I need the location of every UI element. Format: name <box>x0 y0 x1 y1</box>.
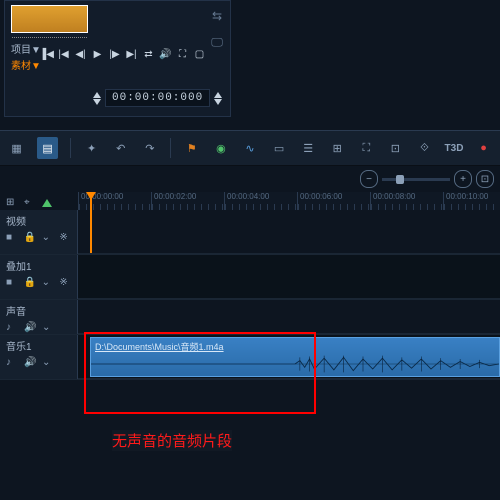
zoom-slider[interactable] <box>382 178 450 181</box>
track-voice: 声音 ♪ 🔊 ⌄ <box>0 300 500 335</box>
record-button[interactable]: ● <box>475 139 492 157</box>
color-button[interactable]: ◉ <box>212 139 229 157</box>
fx-icon[interactable]: ※ <box>59 277 71 289</box>
camera-icon[interactable]: ■ <box>6 232 18 244</box>
select-button[interactable]: ⛶ <box>358 139 375 157</box>
track-body[interactable] <box>78 255 500 299</box>
music-icon[interactable]: ♪ <box>6 322 18 334</box>
lock-icon[interactable]: 🔒 <box>24 277 36 289</box>
audio-clip[interactable]: D:\Documents\Music\音频1.m4a <box>90 337 500 377</box>
sync-button[interactable]: ∿ <box>241 139 258 157</box>
zoom-out-button[interactable]: − <box>360 170 378 188</box>
waveform <box>91 354 499 374</box>
next-button[interactable]: |▶ <box>109 49 120 60</box>
volume-icon[interactable]: 🔊 <box>24 357 36 369</box>
ruler-tick: 00:00:10:00 <box>443 192 500 210</box>
tc-up-button[interactable] <box>93 92 101 98</box>
ruler-tick: 00:00:06:00 <box>297 192 370 210</box>
play-button[interactable]: ▶ <box>92 49 103 60</box>
expand-icon[interactable]: ⌄ <box>42 232 54 244</box>
timeline-tracks: 视频 ■ 🔒 ⌄ ※ 叠加1 ■ 🔒 ⌄ ※ <box>0 210 500 500</box>
fit-button[interactable]: ⊡ <box>387 139 404 157</box>
track-body[interactable] <box>78 210 500 254</box>
preview-panel: 项目▼ 素材▼ ▐◀ |◀ ◀| ▶ |▶ ▶| ⇄ 🔊 ⛶ ▢ ⇆ 🖵 00:… <box>4 0 231 117</box>
track-label: 叠加1 <box>6 258 71 273</box>
track-body[interactable]: D:\Documents\Music\音频1.m4a <box>78 335 500 379</box>
ruler-tick: 00:00:04:00 <box>224 192 297 210</box>
track-body[interactable] <box>78 300 500 334</box>
rewind-button[interactable]: ▐◀ <box>41 49 52 60</box>
loop-button[interactable]: ⇄ <box>143 49 154 60</box>
playhead[interactable] <box>90 192 92 253</box>
volume-button[interactable]: 🔊 <box>160 49 171 60</box>
fx-icon[interactable]: ※ <box>59 232 71 244</box>
clip-filename: D:\Documents\Music\音频1.m4a <box>91 338 499 355</box>
snap-controls: ⊞ ⌖ <box>6 197 52 209</box>
camera-icon[interactable]: ■ <box>6 277 18 289</box>
tc-up2-button[interactable] <box>214 92 222 98</box>
monitor-button[interactable]: ▢ <box>194 49 205 60</box>
playback-bar: ▐◀ |◀ ◀| ▶ |▶ ▶| ⇄ 🔊 ⛶ ▢ <box>41 49 205 60</box>
timecode-display[interactable]: 00:00:00:000 <box>105 89 210 107</box>
marker-button[interactable]: ⚑ <box>183 139 200 157</box>
track-label: 音乐1 <box>6 338 71 353</box>
tc-down2-button[interactable] <box>214 99 222 105</box>
annotation-text: 无声音的音频片段 <box>112 430 232 451</box>
ruler-tick: 00:00:02:00 <box>151 192 224 210</box>
grid-button[interactable]: ⊞ <box>329 139 346 157</box>
undo-button[interactable]: ↶ <box>112 139 129 157</box>
fx-button[interactable]: ✦ <box>83 139 100 157</box>
playhead-marker-icon[interactable] <box>42 199 52 207</box>
film-view-button[interactable]: ▦ <box>8 139 25 157</box>
redo-button[interactable]: ↷ <box>141 139 158 157</box>
ruler-tick: 00:00:08:00 <box>370 192 443 210</box>
material-dropdown[interactable]: 素材▼ <box>11 57 41 72</box>
list-button[interactable]: ☰ <box>300 139 317 157</box>
t3d-button[interactable]: T3D <box>445 139 463 157</box>
zoom-fit-button[interactable]: ⊡ <box>476 170 494 188</box>
prev-button[interactable]: ◀| <box>75 49 86 60</box>
magnet-button[interactable]: ⌖ <box>24 197 36 209</box>
zoom-handle[interactable] <box>396 175 404 184</box>
tc-down-button[interactable] <box>93 99 101 105</box>
project-dropdown[interactable]: 项目▼ <box>11 41 41 56</box>
prev-frame-button[interactable]: |◀ <box>58 49 69 60</box>
expand-icon[interactable]: ⌄ <box>42 357 54 369</box>
main-toolbar: ▦ ▤ ✦ ↶ ↷ ⚑ ◉ ∿ ▭ ☰ ⊞ ⛶ ⊡ ⟐ T3D ● <box>0 130 500 166</box>
track-music1: 音乐1 ♪ 🔊 ⌄ D:\Documents\Music\音频1.m4a <box>0 335 500 380</box>
music-icon[interactable]: ♪ <box>6 357 18 369</box>
track-label: 视频 <box>6 213 71 228</box>
preview-thumb[interactable] <box>11 5 88 33</box>
zoom-in-button[interactable]: + <box>454 170 472 188</box>
expand-icon[interactable]: ⌄ <box>42 322 54 334</box>
next-frame-button[interactable]: ▶| <box>126 49 137 60</box>
zoom-control: − + ⊡ <box>360 168 494 190</box>
shuffle-icon[interactable]: ⇆ <box>210 9 224 23</box>
volume-icon[interactable]: 🔊 <box>24 322 36 334</box>
box-button[interactable]: ▭ <box>271 139 288 157</box>
screen-icon[interactable]: 🖵 <box>210 35 224 49</box>
crop-button[interactable]: ⟐ <box>416 139 433 157</box>
storyboard-view-button[interactable]: ▤ <box>37 137 58 159</box>
track-video: 视频 ■ 🔒 ⌄ ※ <box>0 210 500 255</box>
fullscreen-button[interactable]: ⛶ <box>177 49 188 60</box>
expand-icon[interactable]: ⌄ <box>42 277 54 289</box>
track-overlay1: 叠加1 ■ 🔒 ⌄ ※ <box>0 255 500 300</box>
track-label: 声音 <box>6 303 71 318</box>
snapgrid-button[interactable]: ⊞ <box>6 197 18 209</box>
lock-icon[interactable]: 🔒 <box>24 232 36 244</box>
time-ruler[interactable]: 00:00:00:00 00:00:02:00 00:00:04:00 00:0… <box>78 192 500 211</box>
